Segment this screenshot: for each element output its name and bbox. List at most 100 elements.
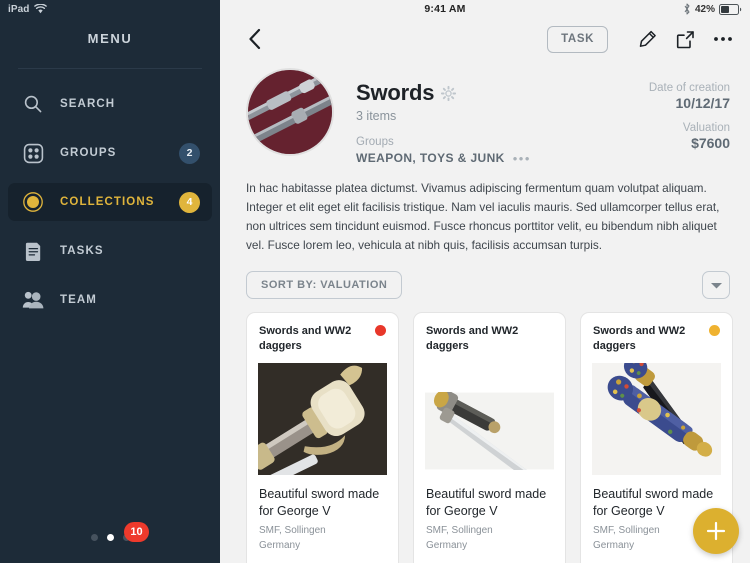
ellipsis-icon: [714, 37, 732, 41]
wifi-icon: [33, 4, 47, 14]
page-title: Swords: [356, 80, 435, 105]
card-header: Swords and WW2 daggers: [581, 313, 732, 353]
avatar[interactable]: [246, 68, 334, 156]
team-icon: [20, 287, 46, 313]
sort-bar: SORT BY: VALUATION: [246, 271, 730, 300]
nav-gap: [0, 123, 220, 134]
status-badge: [709, 325, 720, 337]
sidebar: iPad MENU SEARCH GROUPS 2 COLLECTIONS 4 …: [0, 0, 220, 563]
card-subtitle-line2: Germany: [426, 539, 468, 551]
pencil-icon: [639, 30, 656, 47]
battery-percent: 42%: [694, 3, 715, 15]
card-subtitle-line1: SMF, Sollingen: [259, 525, 326, 537]
collection-thumbnail: [248, 70, 332, 154]
collections-badge: 4: [179, 191, 200, 213]
groups-value: WEAPON, TOYS & JUNK: [356, 151, 505, 165]
sidebar-nav: SEARCH GROUPS 2 COLLECTIONS 4 TASKS TEAM: [0, 85, 220, 319]
card-header: Swords and WW2 daggers: [414, 313, 565, 353]
app-root: iPad MENU SEARCH GROUPS 2 COLLECTIONS 4 …: [0, 0, 750, 563]
nav-gap: [0, 270, 220, 281]
groups-label: Groups: [356, 136, 394, 148]
nav-gap: [0, 221, 220, 232]
card-body: Beautiful sword made for George V SMF, S…: [247, 475, 398, 554]
dagger-with-scabbard-photo: [425, 391, 554, 470]
item-card-list: Swords and WW2 daggers Beautiful sword m…: [246, 312, 750, 563]
card-title: Beautiful sword made for George V: [259, 486, 380, 518]
sidebar-divider: [18, 68, 202, 69]
collection-meta: Date of creation 10/12/17 Valuation $760…: [610, 68, 730, 151]
card-header: Swords and WW2 daggers: [247, 313, 398, 353]
item-card[interactable]: Swords and WW2 daggers Beautiful sword m…: [246, 312, 399, 563]
collection-header: Swords 3 items Groups WEAPON, TOYS & JUN…: [220, 60, 750, 165]
pagination-dot-active[interactable]: [106, 534, 114, 541]
card-body: Beautiful sword made for George V SMF, S…: [414, 475, 565, 554]
date-value: 10/12/17: [675, 95, 731, 111]
status-indicators: 42%: [683, 3, 742, 15]
edit-button[interactable]: [632, 24, 662, 54]
card-category: Swords and WW2 daggers: [259, 325, 352, 353]
pagination-dot[interactable]: [90, 534, 98, 541]
status-bar-left: iPad: [0, 0, 220, 18]
groups-icon: [20, 140, 46, 166]
sidebar-pagination[interactable]: 10: [0, 522, 220, 542]
sidebar-item-label: TASKS: [60, 245, 104, 257]
card-category: Swords and WW2 daggers: [593, 325, 686, 353]
collection-info: Swords 3 items Groups WEAPON, TOYS & JUN…: [356, 68, 610, 165]
sidebar-item-team[interactable]: TEAM: [8, 281, 212, 319]
chevron-left-icon: [248, 28, 260, 50]
plus-icon: [706, 521, 726, 541]
card-image: [258, 362, 387, 475]
more-options-button[interactable]: [708, 24, 738, 54]
card-image: [425, 362, 554, 475]
jewelled-dagger-photo: [592, 362, 721, 475]
bluetooth-icon: [684, 3, 690, 15]
meta-gap: [610, 111, 730, 122]
item-card[interactable]: Swords and WW2 daggers Beautiful sword m…: [413, 312, 566, 563]
notification-badge: 10: [124, 522, 149, 542]
sidebar-title: MENU: [87, 31, 133, 46]
back-button[interactable]: [240, 24, 270, 54]
sidebar-item-label: TEAM: [60, 294, 97, 306]
sidebar-item-label: COLLECTIONS: [60, 196, 155, 208]
items-count: 3 items: [356, 109, 397, 123]
card-category: Swords and WW2 daggers: [426, 325, 519, 353]
share-icon: [676, 30, 694, 48]
nav-gap: [0, 172, 220, 183]
tasks-icon: [20, 238, 46, 264]
battery-icon: [719, 3, 742, 15]
status-time: 9:41 AM: [424, 3, 466, 15]
toolbar: TASK: [220, 18, 750, 60]
device-name: iPad: [8, 3, 30, 15]
sidebar-item-collections[interactable]: COLLECTIONS 4: [8, 183, 212, 221]
groups-badge: 2: [179, 142, 200, 164]
status-badge: [375, 325, 386, 337]
view-options-button[interactable]: [702, 271, 730, 300]
main-content: 9:41 AM 42% TASK Swords 3 items Groups W…: [220, 0, 750, 563]
valuation-value: $7600: [691, 135, 730, 151]
sidebar-item-groups[interactable]: GROUPS 2: [8, 134, 212, 172]
valuation-label: Valuation: [682, 122, 730, 134]
groups-row: WEAPON, TOYS & JUNK •••: [356, 151, 610, 165]
collections-icon: [20, 189, 46, 215]
card-subtitle-line2: Germany: [259, 539, 301, 551]
sidebar-item-tasks[interactable]: TASKS: [8, 232, 212, 270]
sort-by-button[interactable]: SORT BY: VALUATION: [246, 271, 403, 300]
task-button[interactable]: TASK: [547, 25, 608, 53]
groups-more-button[interactable]: •••: [513, 152, 531, 165]
sidebar-item-search[interactable]: SEARCH: [8, 85, 212, 123]
dagger-ivory-handle-photo: [258, 362, 387, 475]
card-subtitle-line1: SMF, Sollingen: [426, 525, 493, 537]
share-button[interactable]: [670, 24, 700, 54]
date-label: Date of creation: [648, 82, 730, 94]
card-title: Beautiful sword made for George V: [426, 486, 547, 518]
caret-down-icon: [710, 282, 722, 289]
card-image: [592, 362, 721, 475]
gear-icon[interactable]: [441, 85, 457, 101]
status-bar-right: 9:41 AM 42%: [220, 0, 750, 18]
search-icon: [20, 91, 46, 117]
add-item-button[interactable]: [693, 508, 739, 554]
sidebar-item-label: GROUPS: [60, 147, 117, 159]
collection-description: In hac habitasse platea dictumst. Vivamu…: [246, 181, 720, 253]
sidebar-item-label: SEARCH: [60, 98, 116, 110]
title-row: Swords: [356, 80, 610, 106]
